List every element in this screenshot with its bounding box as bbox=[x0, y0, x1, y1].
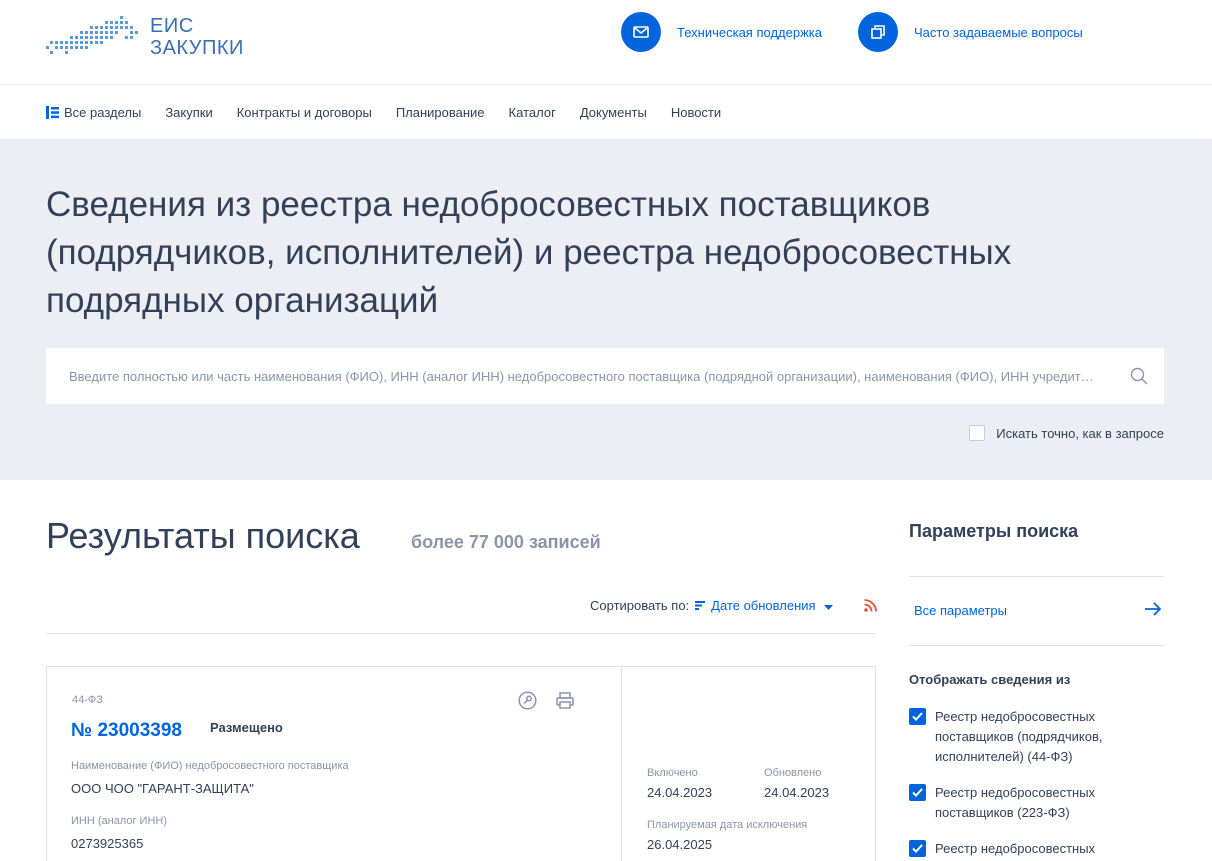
sidebar-divider bbox=[909, 576, 1164, 577]
results-title: Результаты поиска bbox=[46, 515, 360, 556]
exclusion-date-label: Планируемая дата исключения bbox=[647, 819, 808, 831]
updated-value: 24.04.2023 bbox=[764, 785, 830, 800]
law-tag: 44-ФЗ bbox=[72, 694, 103, 706]
copy-icon bbox=[858, 12, 898, 52]
result-card: 44-ФЗ № 23003398 Размещено Наименование … bbox=[46, 666, 876, 861]
mail-icon bbox=[621, 12, 661, 52]
rss-icon[interactable] bbox=[864, 599, 877, 617]
registry-number-link[interactable]: № 23003398 bbox=[71, 720, 182, 742]
search-icon[interactable] bbox=[1130, 367, 1148, 390]
inn-label: ИНН (аналог ИНН) bbox=[71, 815, 168, 827]
card-divider bbox=[621, 667, 622, 861]
print-icon[interactable] bbox=[556, 692, 574, 714]
registry-checkbox-44fz[interactable]: Реестр недобросовестных поставщиков (под… bbox=[909, 707, 1164, 767]
faq-link[interactable]: Часто задаваемые вопросы bbox=[858, 12, 1083, 52]
site-header: ЕИС ЗАКУПКИ Техническая поддержка Часто … bbox=[0, 0, 1212, 85]
russia-map-icon bbox=[46, 16, 138, 54]
nav-label: Каталог bbox=[508, 104, 556, 120]
support-label: Техническая поддержка bbox=[677, 24, 822, 40]
results-divider bbox=[46, 633, 876, 634]
arrow-right-icon[interactable] bbox=[1144, 601, 1162, 622]
exclusion-date-value: 26.04.2025 bbox=[647, 837, 713, 852]
nav-item-contracts[interactable]: Контракты и договоры bbox=[237, 105, 372, 120]
exact-search-label: Искать точно, как в запросе bbox=[996, 425, 1164, 441]
nav-label: Закупки bbox=[165, 104, 213, 120]
sort-label: Сортировать по: bbox=[590, 598, 690, 613]
nav-item-all-sections[interactable]: Все разделы bbox=[46, 105, 141, 120]
supplier-name-label: Наименование (ФИО) недобросовестного пос… bbox=[71, 760, 349, 772]
sort-control: Сортировать по: Дате обновления bbox=[590, 598, 833, 613]
included-value: 24.04.2023 bbox=[647, 785, 713, 800]
checkmark-icon[interactable] bbox=[909, 784, 926, 801]
search-box bbox=[46, 348, 1164, 404]
sort-value: Дате обновления bbox=[711, 598, 816, 613]
logo-line-2: ЗАКУПКИ bbox=[150, 37, 244, 59]
nav-label: Планирование bbox=[395, 104, 485, 120]
updated-label: Обновлено bbox=[764, 767, 822, 779]
search-input[interactable] bbox=[46, 348, 1106, 404]
logo-line-1: ЕИС bbox=[150, 15, 194, 37]
checkmark-icon[interactable] bbox=[909, 708, 926, 725]
supplier-name-value: ООО ЧОО "ГАРАНТ-ЗАЩИТА" bbox=[71, 781, 254, 796]
logo-text: ЕИС ЗАКУПКИ bbox=[150, 15, 244, 59]
main-nav: Все разделы Закупки Контракты и договоры… bbox=[0, 85, 1212, 139]
checkbox-label: Реестр недобросовестных поставщиков (под… bbox=[935, 709, 1103, 764]
show-from-heading: Отображать сведения из bbox=[909, 672, 1071, 687]
inn-value: 0273925365 bbox=[71, 836, 144, 851]
support-link[interactable]: Техническая поддержка bbox=[621, 12, 822, 52]
nav-label: Все разделы bbox=[64, 104, 142, 120]
nav-item-purchases[interactable]: Закупки bbox=[165, 105, 212, 120]
registry-checkbox-223fz[interactable]: Реестр недобросовестных поставщиков (223… bbox=[909, 783, 1164, 823]
nav-label: Контракты и договоры bbox=[236, 104, 372, 120]
eis-logo[interactable]: ЕИС ЗАКУПКИ bbox=[46, 12, 256, 62]
all-params-link[interactable]: Все параметры bbox=[914, 603, 1007, 618]
sections-icon bbox=[46, 105, 59, 119]
results-count: более 77 000 записей bbox=[411, 532, 601, 552]
nav-label: Новости bbox=[670, 104, 722, 120]
exact-search-checkbox[interactable]: Искать точно, как в запросе bbox=[969, 425, 1164, 441]
nav-label: Документы bbox=[579, 104, 647, 120]
sidebar-divider bbox=[909, 645, 1164, 646]
checkmark-icon[interactable] bbox=[909, 840, 926, 857]
faq-label: Часто задаваемые вопросы bbox=[914, 24, 1083, 40]
nav-item-planning[interactable]: Планирование bbox=[396, 105, 485, 120]
included-label: Включено bbox=[647, 767, 698, 779]
caret-down-icon bbox=[823, 598, 833, 613]
nav-item-documents[interactable]: Документы bbox=[580, 105, 647, 120]
sort-icon bbox=[695, 598, 706, 613]
checkbox-box[interactable] bbox=[969, 425, 986, 441]
key-icon[interactable] bbox=[518, 691, 537, 715]
hero-section: Сведения из реестра недобросовестных пос… bbox=[0, 139, 1212, 480]
sort-dropdown[interactable]: Дате обновления bbox=[695, 598, 833, 613]
nav-item-catalog[interactable]: Каталог bbox=[509, 105, 556, 120]
registry-checkbox-contractors[interactable]: Реестр недобросовестных bbox=[909, 839, 1164, 859]
nav-item-news[interactable]: Новости bbox=[671, 105, 721, 120]
search-params-title: Параметры поиска bbox=[909, 521, 1079, 541]
checkbox-label: Реестр недобросовестных bbox=[935, 841, 1096, 856]
page-title: Сведения из реестра недобросовестных пос… bbox=[46, 185, 1012, 320]
status-badge: Размещено bbox=[210, 720, 283, 735]
checkbox-label: Реестр недобросовестных поставщиков (223… bbox=[935, 785, 1096, 820]
